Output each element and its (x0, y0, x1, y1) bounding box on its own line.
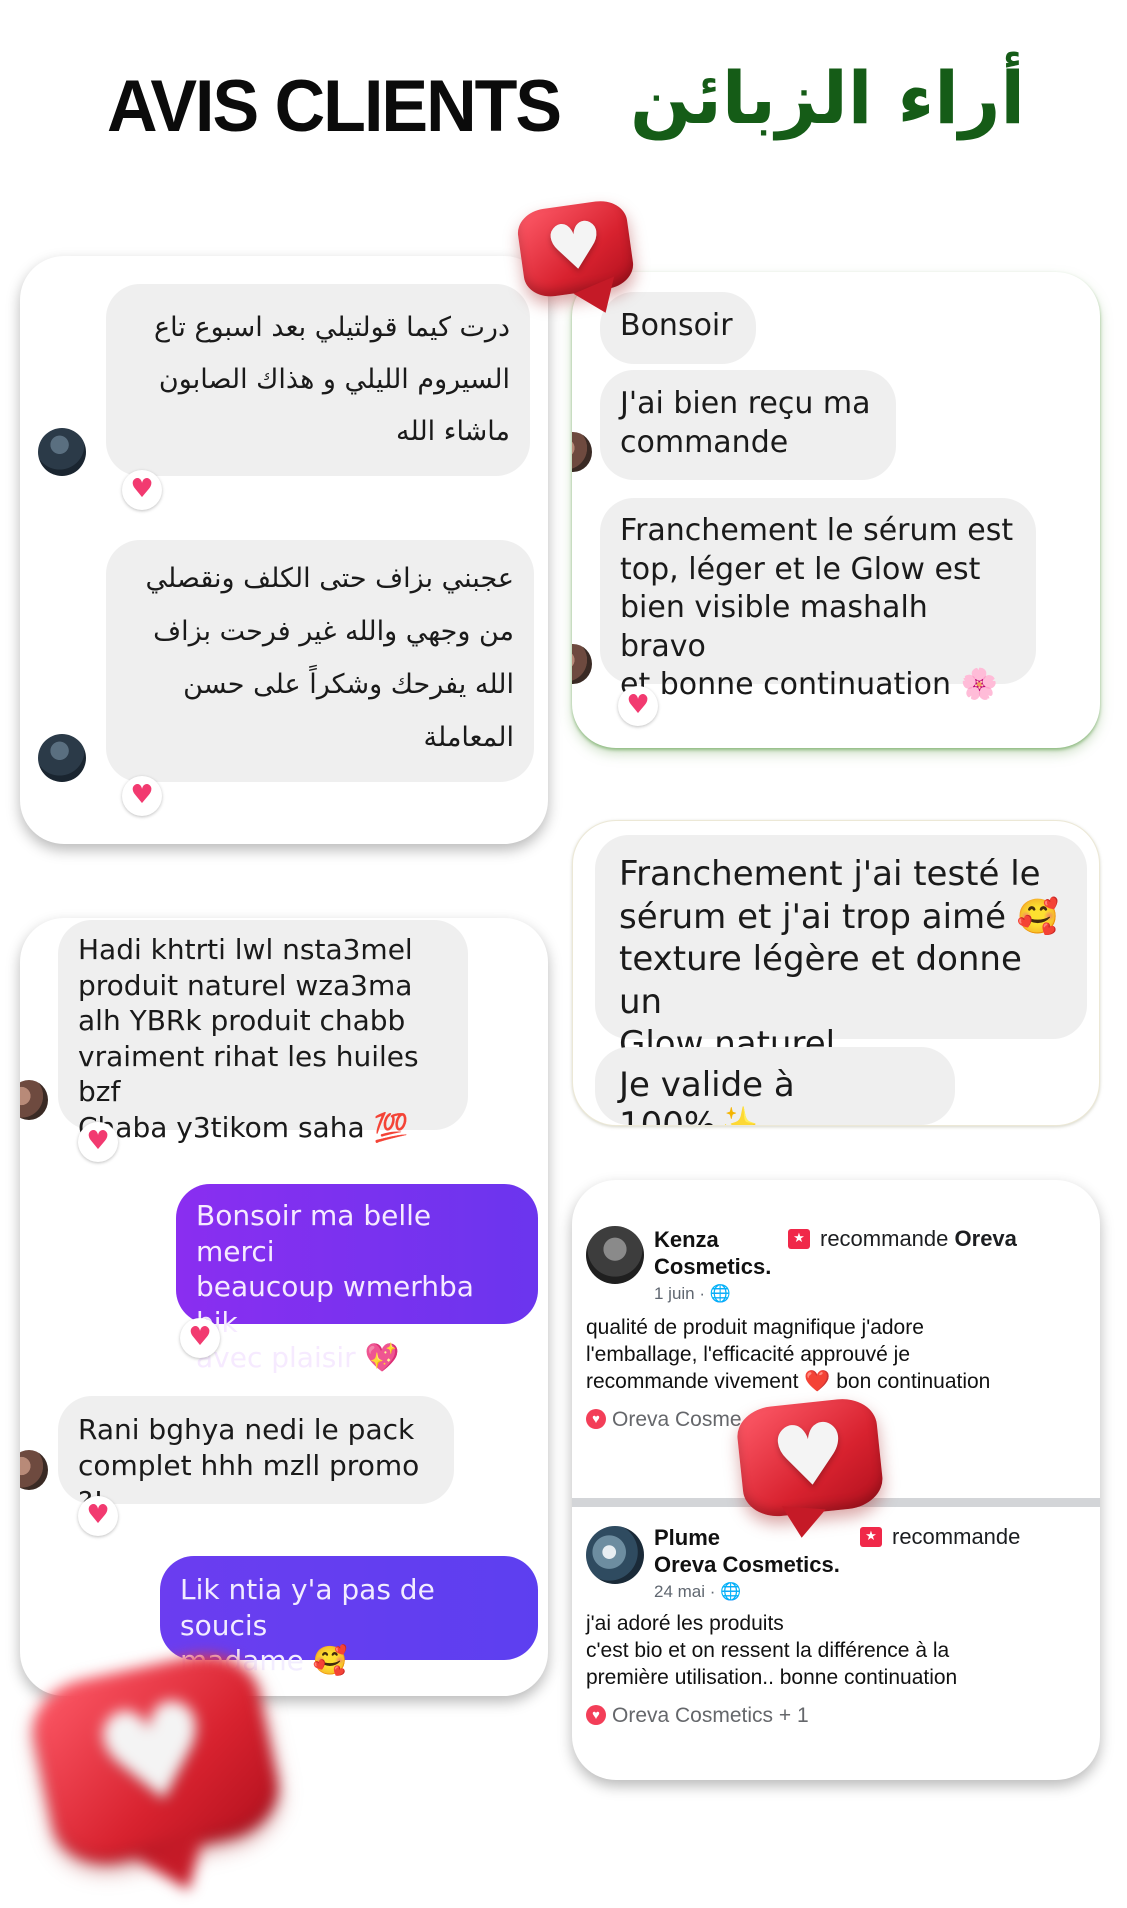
message-line: Chaba y3tikom saha 💯 (78, 1110, 409, 1144)
heart-reaction-icon (618, 686, 658, 726)
review-text: qualité de produit magnifique j'adore l'… (586, 1314, 990, 1395)
review-line: première utilisation.. bonne continuatio… (586, 1666, 958, 1689)
message-line: Franchement j'ai testé le (619, 854, 1041, 894)
message-line: Rani bghya nedi le pack (78, 1413, 415, 1446)
message-line: vraiment rihat les huiles bzf (78, 1039, 419, 1109)
page-name[interactable]: Oreva (955, 1226, 1017, 1251)
avatar (586, 1526, 644, 1584)
heart-reaction-icon (78, 1496, 118, 1536)
message-line: texture légère et donne un (619, 939, 1022, 1022)
reviewer-name[interactable]: Kenza Cosmetics. (654, 1226, 771, 1280)
review-line: l'emballage, l'efficacité approuvé je (586, 1343, 910, 1366)
message-line: commande (620, 425, 789, 460)
message-line: الله يفرحك وشكراً على حسن (183, 669, 514, 700)
heart-reaction-icon (78, 1122, 118, 1162)
review-date: 24 mai · 🌐 (654, 1582, 742, 1601)
message-line: درت كيما قولتيلي بعد اسبوع تاع (154, 312, 510, 343)
review-line: j'ai adoré les produits (586, 1612, 784, 1635)
title-ar: أراء الزبائن (630, 56, 1026, 140)
page-footer[interactable]: Oreva Cosmetics + 1 (586, 1704, 809, 1728)
message-bubble: درت كيما قولتيلي بعد اسبوع تاع السيروم ا… (106, 284, 530, 476)
review-line: recommande vivement ❤️ bon continuation (586, 1370, 991, 1393)
page-footer-text: Oreva Cosmetics + 1 (612, 1704, 809, 1727)
message-bubble: Franchement j'ai testé le sérum et j'ai … (595, 835, 1087, 1064)
message-bubble: Je valide à 100%✨ (595, 1047, 955, 1125)
review-card-conversation: Hadi khtrti lwl nsta3mel produit naturel… (20, 918, 548, 1696)
review-card-arabic: درت كيما قولتيلي بعد اسبوع تاع السيروم ا… (20, 256, 548, 844)
message-bubble: Hadi khtrti lwl nsta3mel produit naturel… (58, 920, 468, 1144)
message-bubble-sent: Lik ntia y'a pas de soucis madame 🥰 (160, 1556, 538, 1677)
heart-reaction-icon (586, 1409, 606, 1429)
review-card-serum: Franchement j'ai testé le sérum et j'ai … (572, 820, 1100, 1126)
review-card-bonsoir: Bonsoir J'ai bien reçu ma commande Franc… (572, 272, 1100, 748)
heart-reaction-icon (122, 470, 162, 510)
reviewer-name-line: Oreva Cosmetics. (654, 1552, 840, 1577)
avatar (20, 1450, 48, 1490)
avatar (586, 1226, 644, 1284)
message-text: Je valide à 100%✨ (619, 1065, 795, 1126)
message-line: sérum et j'ai trop aimé 🥰 (619, 896, 1060, 937)
page-footer-text: Oreva Cosme (612, 1408, 742, 1431)
message-bubble: Franchement le sérum est top, léger et l… (600, 498, 1036, 702)
like-heart-sticker-icon: ♥ (514, 196, 649, 322)
message-bubble: عجبني بزاف حتى الكلف ونقصلي من وجهي والل… (106, 540, 534, 782)
message-line: produit naturel wza3ma (78, 968, 413, 1002)
message-line: avec plaisir 💖 (196, 1341, 400, 1374)
message-bubble: Rani bghya nedi le pack complet hhh mzll… (58, 1396, 454, 1518)
review-date: 1 juin · 🌐 (654, 1284, 731, 1303)
message-line: المعاملة (423, 722, 514, 753)
heart-reaction-icon (586, 1705, 606, 1725)
message-line: Lik ntia y'a pas de soucis (180, 1573, 435, 1642)
recommend-star-icon (788, 1229, 810, 1249)
review-line: qualité de produit magnifique j'adore (586, 1316, 924, 1339)
avatar (38, 428, 86, 476)
message-bubble: J'ai bien reçu ma commande (600, 370, 896, 480)
message-line: من وجهي والله غير فرحت بزاف (153, 616, 514, 647)
review-text: j'ai adoré les produits c'est bio et on … (586, 1610, 957, 1691)
message-line: عجبني بزاف حتى الكلف ونقصلي (145, 563, 514, 594)
message-line: et bonne continuation 🌸 (620, 667, 998, 702)
reviewer-name-line: Kenza (654, 1227, 719, 1252)
avatar (572, 432, 592, 472)
recommend-text: recommande (892, 1524, 1021, 1549)
message-line: السيروم الليلي و هذاك الصابون (158, 364, 510, 395)
message-line: ماشاء الله (396, 416, 510, 447)
page-footer[interactable]: Oreva Cosme (586, 1408, 742, 1432)
heart-reaction-icon (180, 1318, 220, 1358)
message-line: Bonsoir ma belle merci (196, 1199, 432, 1268)
recommend-text: recommande (820, 1226, 949, 1251)
message-bubble-sent: Bonsoir ma belle merci beaucoup wmerhba … (176, 1184, 538, 1374)
message-line: Hadi khtrti lwl nsta3mel (78, 933, 413, 966)
avatar (38, 734, 86, 782)
title-fr: AVIS CLIENTS (107, 65, 562, 147)
message-line: J'ai bien reçu ma (620, 386, 871, 421)
reviewer-name-line: Cosmetics. (654, 1254, 772, 1279)
message-line: complet hhh mzll promo ?! (78, 1449, 420, 1518)
message-line: Franchement le sérum est (620, 513, 1014, 548)
recommendation-label: recommande Oreva (788, 1226, 1017, 1252)
message-line: alh YBRk produit chabb (78, 1004, 406, 1037)
message-text: Bonsoir (620, 308, 733, 343)
message-line: top, léger et le Glow est (620, 551, 981, 587)
heart-reaction-icon (122, 776, 162, 816)
review-line: c'est bio et on ressent la différence à … (586, 1639, 950, 1662)
avatar (20, 1080, 48, 1120)
message-line: beaucoup wmerhba bik (196, 1270, 474, 1339)
avatar (572, 644, 592, 684)
like-heart-sticker-icon: ♥ (734, 1395, 900, 1560)
message-line: bien visible mashalh bravo (620, 590, 928, 664)
